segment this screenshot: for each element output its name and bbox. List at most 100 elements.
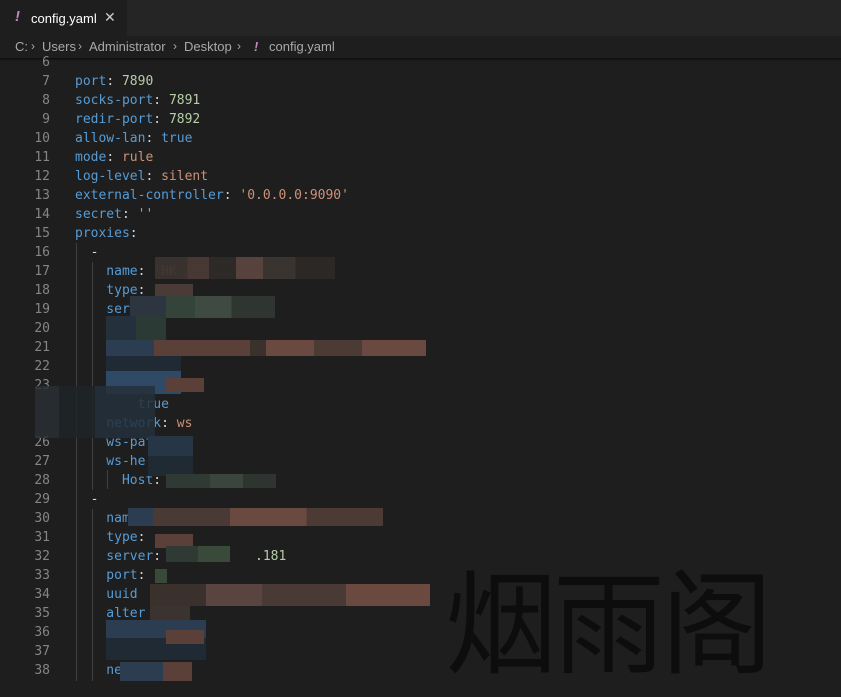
code-token: Host (75, 473, 154, 488)
redacted-mosaic (150, 584, 430, 606)
code-text: port: (75, 566, 145, 585)
breadcrumb-item-file[interactable]: config.yaml (269, 39, 335, 54)
code-text: proxies: (75, 224, 138, 243)
watermark: 烟雨阁 (445, 561, 773, 691)
code-token: external-controller (75, 188, 224, 203)
code-line[interactable]: 14 secret: '' (0, 205, 841, 224)
code-line[interactable]: 6 (0, 53, 841, 72)
code-line[interactable]: 30 nam (0, 509, 841, 528)
code-token: ws-he (75, 454, 146, 469)
line-number: 17 (34, 264, 50, 279)
breadcrumb-item-drive[interactable]: C: (15, 39, 28, 54)
code-text: ws-he (75, 452, 145, 471)
code-line[interactable]: 29 - (0, 490, 841, 509)
line-number: 22 (34, 359, 50, 374)
chevron-right-icon: › (173, 39, 177, 53)
code-text: - (75, 490, 99, 509)
code-token: uuid (75, 587, 138, 602)
code-text: secret: '' (75, 205, 153, 224)
breadcrumb-item-desktop[interactable]: Desktop (184, 39, 232, 54)
line-number: 30 (34, 511, 50, 526)
code-token: silent (161, 169, 209, 184)
redacted-mosaic (166, 474, 276, 488)
code-token: port (75, 568, 138, 583)
code-token: redir-port (75, 112, 154, 127)
tab-config-yaml[interactable]: ! config.yaml ✕ (0, 0, 127, 36)
code-line[interactable]: 9 redir-port: 7892 (0, 110, 841, 129)
line-number: 28 (34, 473, 50, 488)
code-token: : (137, 530, 146, 545)
code-token: 7891 (168, 93, 201, 108)
code-token: : (129, 226, 138, 241)
code-line[interactable]: 13 external-controller: '0.0.0.0:9090' (0, 186, 841, 205)
code-text: type: (75, 528, 145, 547)
line-number: 37 (34, 644, 50, 659)
close-icon[interactable]: ✕ (104, 9, 116, 26)
breadcrumb-item-users[interactable]: Users (42, 39, 76, 54)
yaml-exclamation-icon: ! (15, 8, 20, 25)
code-token: nam (75, 511, 130, 526)
code-line[interactable]: 10 allow-lan: true (0, 129, 841, 148)
line-number: 13 (34, 188, 50, 203)
redacted-mosaic (150, 606, 190, 620)
code-token: allow-lan (75, 131, 146, 146)
code-token: rule (121, 150, 154, 165)
code-token: - (75, 492, 99, 507)
code-token: : (145, 131, 162, 146)
code-line[interactable]: 8 socks-port: 7891 (0, 91, 841, 110)
code-line[interactable]: 18 type: (0, 281, 841, 300)
line-number: 16 (34, 245, 50, 260)
redacted-mosaic (130, 296, 275, 318)
code-line[interactable]: 28 Host: (0, 471, 841, 490)
redacted-mosaic (106, 340, 426, 356)
code-line[interactable]: 11 mode: rule (0, 148, 841, 167)
code-text: external-controller: '0.0.0.0:9090' (75, 186, 349, 205)
chevron-right-icon: › (237, 39, 241, 53)
code-line[interactable]: 27 ws-he (0, 452, 841, 471)
code-token: type (75, 530, 138, 545)
redacted-mosaic (166, 546, 230, 562)
code-token: 7890 (121, 74, 154, 89)
redacted-mosaic (128, 508, 383, 526)
code-token: ne (75, 663, 122, 678)
code-token: : (121, 207, 138, 222)
code-line[interactable]: 17 name: 'HK (0, 262, 841, 281)
tab-bar: ! config.yaml ✕ (0, 0, 841, 36)
redacted-mosaic (120, 662, 192, 681)
code-token: : (161, 416, 177, 431)
line-number: 32 (34, 549, 50, 564)
line-number: 34 (34, 587, 50, 602)
line-number: 8 (42, 93, 50, 108)
line-number: 36 (34, 625, 50, 640)
code-token: - (75, 245, 99, 260)
code-token: ws (176, 416, 193, 431)
code-token: mode (75, 150, 107, 165)
line-number: 31 (34, 530, 50, 545)
code-text: redir-port: 7892 (75, 110, 200, 129)
code-token: : (137, 264, 154, 279)
code-text: - (75, 243, 99, 262)
breadcrumb-item-administrator[interactable]: Administrator (89, 39, 166, 54)
line-number: 11 (34, 150, 50, 165)
code-token: port (75, 74, 107, 89)
code-token: log-level (75, 169, 146, 184)
code-line[interactable]: 16 - (0, 243, 841, 262)
code-text: mode: rule (75, 148, 153, 167)
yaml-exclamation-icon: ! (254, 39, 259, 54)
code-token: : (153, 112, 169, 127)
code-token: : (153, 93, 169, 108)
code-token: proxies (75, 226, 130, 241)
code-token: : (145, 169, 162, 184)
code-line[interactable]: 15 proxies: (0, 224, 841, 243)
code-token: : (106, 150, 122, 165)
code-line[interactable]: 12 log-level: silent (0, 167, 841, 186)
line-number: 33 (34, 568, 50, 583)
line-number: 14 (34, 207, 50, 222)
code-token: : (106, 74, 122, 89)
redacted-mosaic (166, 630, 204, 644)
line-number: 7 (42, 74, 50, 89)
code-token: ser (75, 302, 130, 317)
code-line[interactable]: 7 port: 7890 (0, 72, 841, 91)
line-number: 21 (34, 340, 50, 355)
code-token: 7892 (168, 112, 201, 127)
